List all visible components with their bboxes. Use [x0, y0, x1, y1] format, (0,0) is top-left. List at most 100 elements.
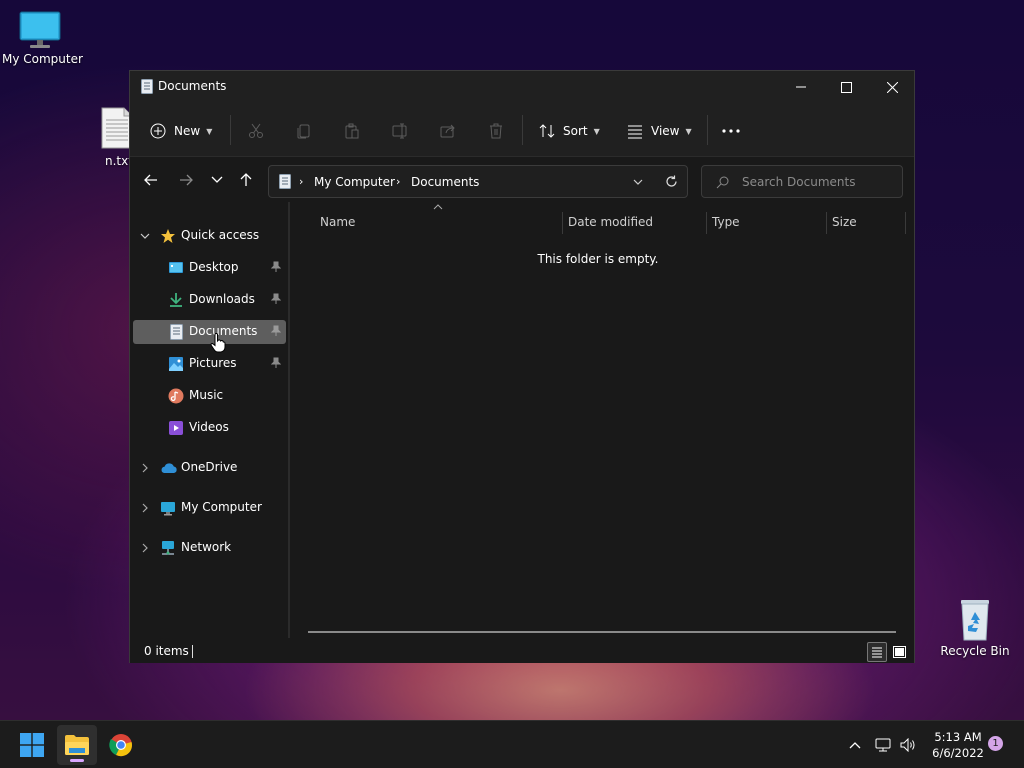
- sidebar-item-label: Music: [189, 388, 224, 402]
- sidebar-item-label: My Computer: [181, 500, 262, 514]
- paste-button[interactable]: [344, 117, 360, 145]
- clock[interactable]: 5:13 AM 6/6/2022: [920, 729, 996, 761]
- start-button[interactable]: [12, 725, 52, 765]
- sidebar-item-videos[interactable]: Videos: [133, 416, 286, 440]
- up-button[interactable]: [234, 168, 258, 192]
- navigation-bar: › My Computer › Documents Search Documen…: [130, 158, 914, 202]
- divider: [707, 115, 708, 145]
- column-divider[interactable]: [562, 212, 563, 234]
- new-button[interactable]: New ▼: [150, 117, 212, 145]
- command-bar: New ▼ Sort ▼ View ▼: [130, 103, 914, 157]
- forward-button[interactable]: [174, 168, 198, 192]
- paste-icon: [345, 123, 359, 139]
- maximize-button[interactable]: [823, 71, 869, 103]
- breadcrumb-my-computer[interactable]: My Computer: [314, 175, 395, 189]
- share-button[interactable]: [440, 117, 456, 145]
- large-icons-view-button[interactable]: [889, 642, 909, 662]
- chevron-right-icon[interactable]: [142, 463, 148, 473]
- sidebar-item-music[interactable]: Music: [133, 384, 286, 408]
- back-button[interactable]: [139, 168, 163, 192]
- desktop-icon-label: Recycle Bin: [940, 644, 1010, 658]
- pin-icon: [271, 357, 281, 368]
- cut-button[interactable]: [248, 117, 264, 145]
- network-status-button[interactable]: [872, 721, 894, 768]
- chevron-down-icon: [211, 176, 223, 183]
- details-view-icon: [872, 647, 882, 658]
- arrow-up-icon: [240, 173, 252, 186]
- desktop-icon-my-computer[interactable]: My Computer: [2, 10, 83, 66]
- sidebar-item-desktop[interactable]: Desktop: [133, 256, 286, 280]
- empty-folder-message: This folder is empty.: [537, 252, 659, 266]
- column-divider[interactable]: [905, 212, 906, 234]
- chevron-down-icon[interactable]: [633, 179, 643, 185]
- desktop-icon-recycle-bin[interactable]: Recycle Bin: [940, 596, 1010, 658]
- cut-icon: [249, 123, 263, 138]
- recent-locations-button[interactable]: [205, 168, 229, 192]
- column-header-name[interactable]: Name: [320, 215, 355, 229]
- chevron-down-icon: ▼: [593, 126, 600, 136]
- volume-icon: [900, 738, 915, 752]
- sidebar-item-onedrive[interactable]: OneDrive: [133, 456, 286, 480]
- view-icon: [628, 125, 642, 139]
- sidebar-item-label: OneDrive: [181, 460, 238, 474]
- close-icon: [886, 81, 898, 93]
- search-box[interactable]: Search Documents: [701, 165, 903, 198]
- breadcrumb-documents[interactable]: Documents: [411, 175, 479, 189]
- notification-badge[interactable]: 1: [988, 736, 1003, 751]
- search-input[interactable]: Search Documents: [742, 175, 855, 189]
- sidebar-item-pictures[interactable]: Pictures: [133, 352, 286, 376]
- more-options-button[interactable]: [722, 117, 740, 145]
- music-icon: [168, 388, 184, 404]
- view-button[interactable]: View ▼: [627, 117, 692, 145]
- file-explorer-window: Documents New ▼ Sort ▼ View ▼ › My Compu…: [129, 70, 915, 663]
- taskbar-chrome[interactable]: [101, 725, 141, 765]
- sidebar-item-quick-access[interactable]: Quick access: [133, 224, 286, 248]
- network-wired-icon: [875, 738, 891, 752]
- close-button[interactable]: [869, 71, 915, 103]
- column-header-date-modified[interactable]: Date modified: [568, 215, 653, 229]
- status-bar: 0 items: [130, 640, 914, 663]
- video-icon: [169, 421, 183, 435]
- sidebar-item-downloads[interactable]: Downloads: [133, 288, 286, 312]
- column-divider[interactable]: [706, 212, 707, 234]
- sidebar-item-label: Desktop: [189, 260, 239, 274]
- copy-button[interactable]: [296, 117, 312, 145]
- sort-label: Sort: [563, 124, 588, 138]
- pin-icon: [271, 261, 281, 272]
- window-title: Documents: [158, 79, 227, 93]
- chevron-right-icon[interactable]: [142, 543, 148, 553]
- chevron-up-icon: [849, 742, 861, 749]
- delete-button[interactable]: [488, 117, 504, 145]
- sidebar-item-label: Videos: [189, 420, 229, 434]
- title-bar[interactable]: Documents: [130, 71, 914, 103]
- chevron-right-icon[interactable]: [142, 503, 148, 513]
- column-header-size[interactable]: Size: [832, 215, 857, 229]
- download-icon: [170, 293, 182, 307]
- chevron-right-icon: ›: [396, 175, 401, 188]
- recycle-bin-icon: [961, 600, 989, 641]
- horizontal-scrollbar[interactable]: [308, 631, 896, 633]
- volume-button[interactable]: [897, 721, 919, 768]
- column-header-type[interactable]: Type: [712, 215, 740, 229]
- chevron-right-icon: ›: [299, 175, 304, 188]
- refresh-icon[interactable]: [665, 175, 678, 188]
- taskbar-file-explorer[interactable]: [57, 725, 97, 765]
- rename-button[interactable]: [392, 117, 410, 145]
- desktop-icon-label: My Computer: [2, 52, 83, 66]
- minimize-button[interactable]: [778, 71, 824, 103]
- arrow-right-icon: [180, 174, 193, 186]
- details-view-button[interactable]: [867, 642, 887, 662]
- column-divider[interactable]: [826, 212, 827, 234]
- rename-icon: [392, 123, 407, 139]
- sidebar-item-network[interactable]: Network: [133, 536, 286, 560]
- chevron-down-icon: ▼: [206, 126, 213, 136]
- sidebar-item-my-computer[interactable]: My Computer: [133, 496, 286, 520]
- sort-button[interactable]: Sort ▼: [539, 117, 600, 145]
- share-icon: [440, 124, 455, 138]
- address-bar[interactable]: › My Computer › Documents: [268, 165, 688, 198]
- windows-logo-icon: [20, 733, 44, 757]
- show-hidden-icons-button[interactable]: [843, 721, 867, 768]
- chevron-down-icon: ▼: [685, 126, 692, 136]
- chevron-down-icon[interactable]: [140, 233, 150, 239]
- minimize-icon: [796, 86, 806, 88]
